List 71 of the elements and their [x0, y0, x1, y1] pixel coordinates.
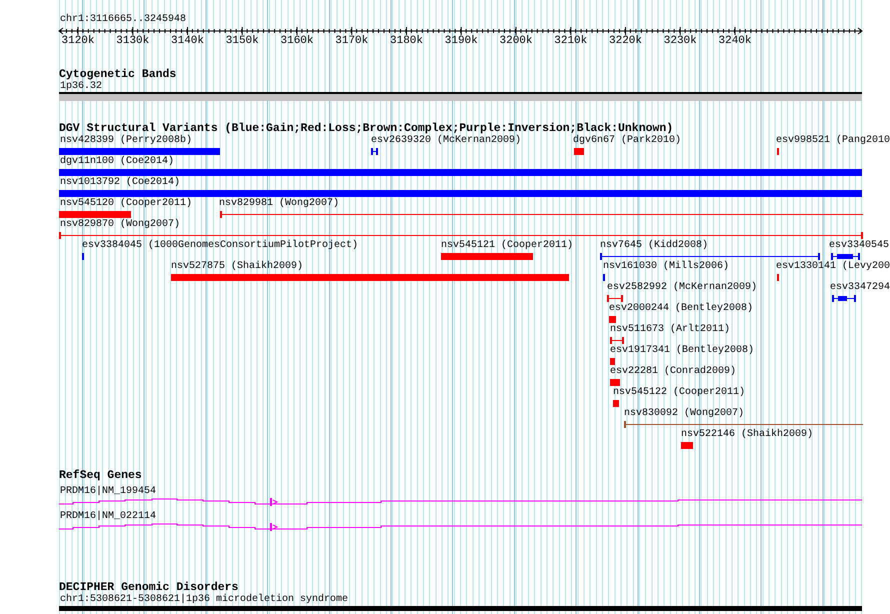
feature-label: esv2639320 (McKernan2009): [371, 135, 522, 146]
feature-label: 1p36.32: [60, 81, 102, 92]
feature-label: nsv545122 (Cooper2011): [613, 387, 746, 398]
feature-label: esv3384045 (1000GenomesConsortiumPilotProject): [82, 240, 358, 251]
feature-label: dgv6n67 (Park2010): [573, 135, 682, 146]
track-title: Cytogenetic Bands: [59, 68, 176, 81]
track-title: DGV Structural Variants (Blue:Gain;Red:Loss;Brown:Complex;Purple:Inversion;Black:Unknown): [59, 122, 674, 135]
feature-label: nsv829870 (Wong2007): [60, 219, 180, 230]
variant-bar[interactable]: [610, 379, 620, 386]
gene-model-drawing[interactable]: [59, 498, 862, 506]
feature-label: esv2000244 (Bentley2008): [609, 303, 754, 314]
variant-bar[interactable]: [574, 148, 584, 155]
feature-label: esv22281 (Conrad2009): [610, 366, 736, 377]
variant-line[interactable]: [600, 253, 820, 260]
disorder-bar[interactable]: [59, 606, 862, 611]
feature-label: esv2582992 (McKernan2009): [607, 282, 758, 293]
feature-label: PRDM16|NM_199454: [60, 486, 156, 497]
variant-bar[interactable]: [59, 211, 131, 218]
feature-label: nsv7645 (Kidd2008): [600, 240, 708, 251]
variant-line[interactable]: [832, 295, 856, 302]
ruler-tick-label: 3130k: [116, 35, 150, 47]
feature-label: nsv830092 (Wong2007): [624, 408, 744, 419]
variant-bar[interactable]: [171, 274, 569, 281]
variant-bar[interactable]: [681, 442, 693, 449]
variant-line[interactable]: [607, 295, 623, 302]
variant-bar[interactable]: [609, 316, 616, 323]
ruler-tick-label: 3240k: [718, 35, 752, 47]
variant-bar[interactable]: [441, 253, 533, 260]
variant-bar[interactable]: [610, 358, 615, 365]
feature-label: esv3340545: [829, 240, 890, 251]
ruler-tick-label: 3220k: [609, 35, 642, 47]
feature-label: nsv522146 (Shaikh2009): [681, 429, 814, 440]
ruler-tick-label: 3120k: [62, 35, 94, 47]
ruler-tick-label: 3160k: [280, 35, 314, 47]
ruler-tick-label: 3210k: [554, 35, 588, 47]
feature-label: nsv527875 (Shaikh2009): [171, 261, 304, 272]
range-label: chr1:3116665..3245948: [60, 14, 186, 25]
feature-label: nsv829981 (Wong2007): [219, 198, 340, 209]
track-title: RefSeq Genes: [59, 469, 142, 482]
variant-line[interactable]: [831, 253, 860, 260]
variant-bar[interactable]: [59, 190, 862, 197]
ruler-tick-label: 3170k: [335, 35, 368, 47]
feature-label: nsv1013792 (Coe2014): [60, 177, 180, 188]
variant-line[interactable]: [59, 232, 863, 239]
variant-line[interactable]: [610, 337, 624, 344]
feature-label: esv3347294: [830, 282, 890, 293]
variant-line[interactable]: [624, 421, 863, 428]
ruler-tick-label: 3200k: [500, 35, 532, 47]
feature-label: nsv545120 (Cooper2011): [60, 198, 192, 209]
feature-label: nsv428399 (Perry2008b): [60, 135, 192, 146]
feature-label: nsv511673 (Arlt2011): [610, 324, 730, 335]
feature-label: PRDM16|NM_022114: [60, 511, 156, 522]
feature-label: nsv161030 (Mills2006): [603, 261, 730, 272]
gene-model-drawing[interactable]: [59, 523, 862, 531]
ruler-tick-label: 3150k: [226, 35, 259, 47]
ruler-tick-label: 3190k: [444, 35, 478, 47]
feature-label: esv1917341 (Bentley2008): [610, 345, 754, 356]
track-title: DECIPHER Genomic Disorders: [59, 581, 238, 594]
feature-label: esv1330141 (Levy200: [776, 261, 890, 272]
feature-label: dgv11n100 (Coe2014): [60, 156, 174, 167]
ruler-tick-label: 3140k: [171, 35, 204, 47]
feature-label: chr1:5308621-5308621|1p36 microdeletion syndrome: [60, 594, 348, 605]
ruler-tick-label: 3230k: [664, 35, 697, 47]
feature-label: nsv545121 (Cooper2011): [441, 240, 574, 251]
variant-bar[interactable]: [59, 148, 220, 155]
ruler-tick-label: 3180k: [390, 35, 423, 47]
variant-bar[interactable]: [613, 400, 619, 407]
variant-line[interactable]: [220, 211, 863, 218]
variant-bar[interactable]: [59, 169, 862, 176]
feature-label: esv998521 (Pang2010: [776, 135, 890, 146]
variant-line[interactable]: [371, 148, 378, 155]
